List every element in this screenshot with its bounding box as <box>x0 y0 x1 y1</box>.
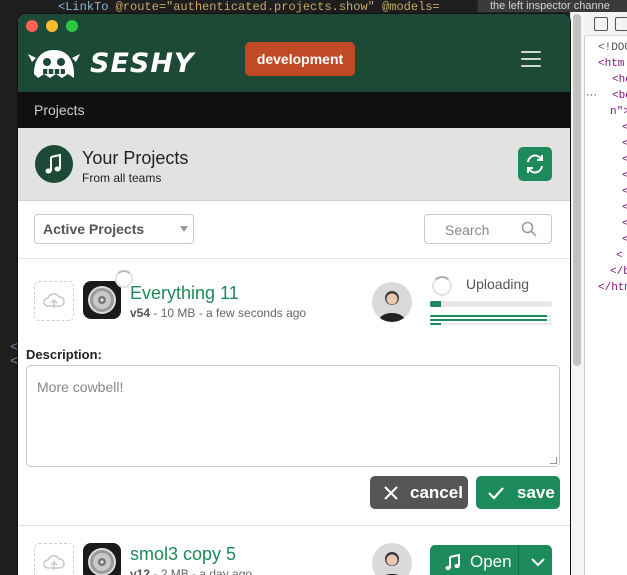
open-label: Open <box>470 552 512 571</box>
dom-node[interactable]: <htm <box>586 56 627 72</box>
description-label: Description: <box>26 347 102 362</box>
search-icon <box>521 221 537 237</box>
close-icon <box>384 486 398 500</box>
breadcrumb: Projects <box>18 92 570 128</box>
description-placeholder: More cowbell! <box>37 379 124 395</box>
dom-node[interactable]: <he <box>586 72 627 88</box>
upload-progress-fill <box>430 301 441 307</box>
page-scrollbar[interactable] <box>570 12 584 575</box>
music-note-icon <box>35 145 73 183</box>
page-title: Your Projects <box>82 148 189 168</box>
search-placeholder: Search <box>445 222 490 238</box>
project-meta: v12 - 2 MB - a day ago <box>130 567 252 575</box>
avatar <box>372 543 412 575</box>
chevron-down-icon[interactable] <box>531 557 545 567</box>
app-header: SESHY development <box>18 38 570 92</box>
logic-pro-icon <box>83 281 121 319</box>
project-filter-select[interactable]: Active Projects <box>34 214 194 244</box>
description-textarea[interactable]: More cowbell! <box>26 365 560 467</box>
dom-node[interactable]: < <box>586 248 627 264</box>
brand-logo[interactable]: SESHY <box>28 44 198 84</box>
resize-grip-icon[interactable] <box>550 457 557 464</box>
uploading-spinner-icon <box>432 276 452 296</box>
dom-node[interactable]: < <box>586 200 627 216</box>
upload-progress-bar <box>430 301 552 307</box>
project-version: v12 <box>130 567 151 575</box>
dom-node[interactable]: < <box>586 152 627 168</box>
dom-node[interactable]: < <box>586 136 627 152</box>
upload-status: Uploading <box>466 276 530 292</box>
dom-node[interactable]: < <box>586 184 627 200</box>
chunk-progress-bar <box>430 315 552 317</box>
cancel-button[interactable]: cancel <box>370 476 468 509</box>
project-details: - 2 MB - a day ago <box>150 567 253 575</box>
device-toolbar-icon[interactable] <box>615 17 627 31</box>
devtools-tooltip: the left inspector channe <box>478 0 627 12</box>
avatar <box>372 282 412 322</box>
search-input[interactable]: Search <box>424 214 552 244</box>
dom-node[interactable]: </b <box>586 264 627 280</box>
minimize-window-button[interactable] <box>46 20 58 32</box>
chunk-progress-bar <box>430 323 552 325</box>
dom-node[interactable]: n"> <box>586 104 627 120</box>
logic-pro-icon <box>83 543 121 575</box>
dom-node[interactable]: </htm <box>586 280 627 296</box>
page-subtitle: From all teams <box>82 171 162 185</box>
close-window-button[interactable] <box>26 20 38 32</box>
cloud-upload-icon <box>43 293 65 308</box>
page-header: Your Projects From all teams <box>18 128 570 201</box>
music-note-icon <box>445 553 460 571</box>
refresh-button[interactable] <box>518 147 552 181</box>
inspect-element-icon[interactable] <box>594 17 608 31</box>
dom-node[interactable]: < <box>586 120 627 136</box>
dom-node[interactable]: < <box>586 168 627 184</box>
project-filter-value: Active Projects <box>43 221 145 237</box>
mascot-logo-icon <box>28 50 80 78</box>
upload-dropzone[interactable] <box>34 281 74 321</box>
scrollbar-thumb[interactable] <box>573 14 581 366</box>
code-attrs: @route="authenticated.projects.show" @mo… <box>108 0 440 14</box>
save-label: save <box>517 483 555 502</box>
cloud-upload-icon <box>43 555 65 570</box>
code-tag: <LinkTo <box>58 0 109 14</box>
filter-bar: Active Projects Search <box>18 201 570 259</box>
dom-node[interactable]: < <box>586 232 627 248</box>
open-button[interactable]: Open <box>430 545 552 575</box>
dom-node[interactable]: <!DOC <box>586 40 627 56</box>
chevron-down-icon <box>180 226 188 232</box>
upload-dropzone[interactable] <box>34 543 74 575</box>
brand-name: SESHY <box>90 48 195 79</box>
project-meta: v54 - 10 MB - a few seconds ago <box>130 306 306 320</box>
project-name[interactable]: smol3 copy 5 <box>130 544 236 565</box>
breadcrumb-projects[interactable]: Projects <box>34 102 85 118</box>
cancel-label: cancel <box>410 483 463 502</box>
project-version: v54 <box>130 306 151 320</box>
dom-node[interactable]: < <box>586 216 627 232</box>
divider <box>18 525 570 526</box>
window-titlebar <box>18 14 570 38</box>
desktop: <LinkTo @route="authenticated.projects.s… <box>0 0 627 575</box>
refresh-icon <box>527 154 543 174</box>
environment-badge: development <box>245 42 355 76</box>
app-window: SESHY development Projects Your Projects… <box>18 14 570 575</box>
hamburger-menu-icon[interactable] <box>521 51 541 67</box>
maximize-window-button[interactable] <box>66 20 78 32</box>
dom-tree[interactable]: <!DOC <htm <he <bo n"> < < < < < < < < <… <box>586 40 627 296</box>
save-button[interactable]: save <box>476 476 560 509</box>
project-name[interactable]: Everything 11 <box>130 283 239 304</box>
dom-node[interactable]: <bo <box>586 88 627 104</box>
code-line: <LinkTo @route="authenticated.projects.s… <box>58 0 478 14</box>
checkmark-icon <box>488 487 504 500</box>
project-details: - 10 MB - a few seconds ago <box>150 306 307 320</box>
chunk-progress-bar <box>430 319 552 321</box>
